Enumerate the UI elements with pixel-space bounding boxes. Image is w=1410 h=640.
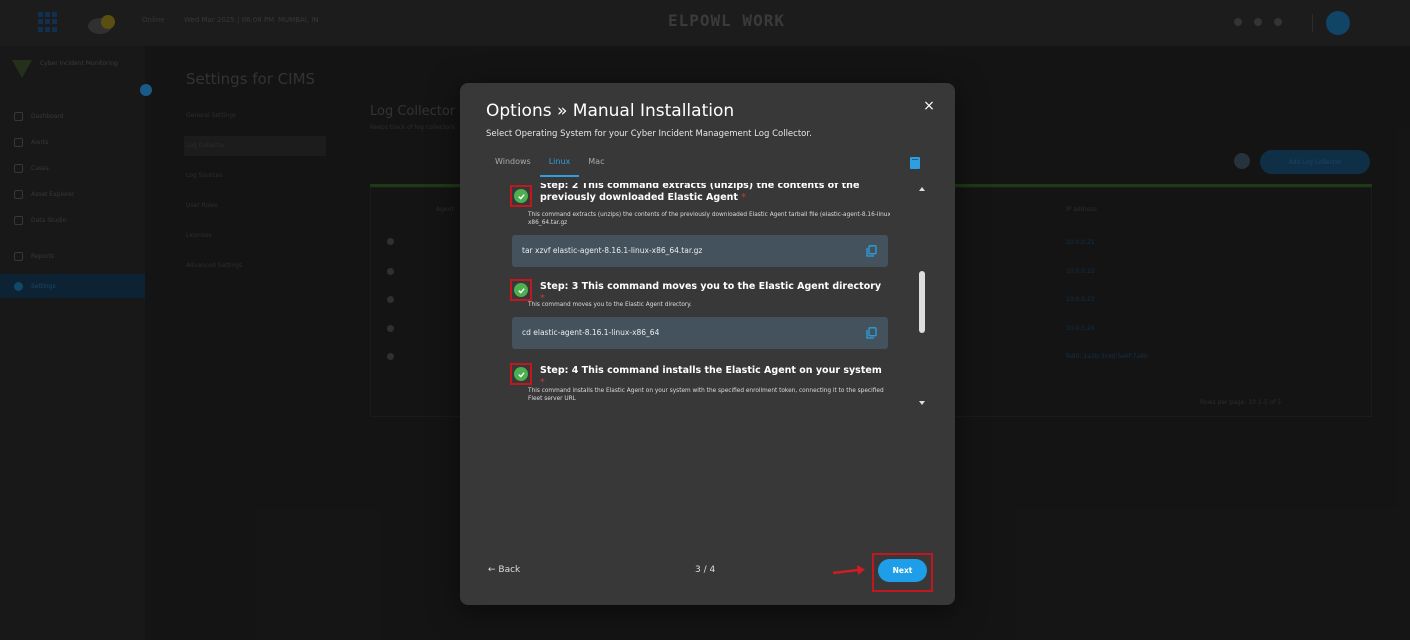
step-4-title: Step: 4 This command installs the Elasti… bbox=[540, 365, 885, 389]
arrow-right-icon bbox=[832, 565, 865, 575]
code-text: tar xzvf elastic-agent-8.16.1-linux-x86_… bbox=[522, 246, 703, 255]
back-button[interactable]: ← Back bbox=[488, 565, 520, 575]
check-circle-icon bbox=[514, 367, 528, 381]
step-title-text: Step: 2 This command extracts (unzips) t… bbox=[540, 183, 860, 203]
scroll-up-icon[interactable] bbox=[919, 187, 925, 191]
code-text: cd elastic-agent-8.16.1-linux-x86_64 bbox=[522, 328, 660, 337]
copy-icon[interactable] bbox=[866, 327, 877, 339]
tab-mac[interactable]: Mac bbox=[579, 155, 613, 177]
step-2-checkbox[interactable] bbox=[510, 185, 532, 207]
step-3-code-block: cd elastic-agent-8.16.1-linux-x86_64 bbox=[512, 317, 888, 349]
tab-linux[interactable]: Linux bbox=[539, 155, 580, 177]
step-2-title: Step: 2 This command extracts (unzips) t… bbox=[540, 183, 885, 204]
step-4-description: This command installs the Elastic Agent … bbox=[528, 388, 884, 402]
close-icon[interactable]: × bbox=[922, 99, 936, 113]
step-3-checkbox[interactable] bbox=[510, 279, 532, 301]
step-2-code-block: tar xzvf elastic-agent-8.16.1-linux-x86_… bbox=[512, 235, 888, 267]
step-title-text: Step: 4 This command installs the Elasti… bbox=[540, 365, 882, 376]
manual-installation-dialog: Options » Manual Installation Select Ope… bbox=[460, 83, 955, 605]
check-circle-icon bbox=[514, 189, 528, 203]
scroll-down-icon[interactable] bbox=[919, 401, 925, 405]
dialog-subtitle: Select Operating System for your Cyber I… bbox=[486, 129, 812, 139]
step-3-description: This command moves you to the Elastic Ag… bbox=[528, 302, 692, 308]
os-tabs: Windows Linux Mac bbox=[486, 155, 613, 177]
steps-scrollbar[interactable] bbox=[918, 187, 926, 409]
step-2-description: This command extracts (unzips) the conte… bbox=[528, 212, 890, 226]
documentation-icon[interactable] bbox=[910, 157, 920, 169]
next-button[interactable]: Next bbox=[878, 559, 927, 582]
steps-scroll-area[interactable]: Step: 2 This command extracts (unzips) t… bbox=[500, 183, 890, 408]
dialog-title: Options » Manual Installation bbox=[486, 101, 735, 121]
sidebar-collapse-button[interactable] bbox=[140, 84, 152, 96]
check-circle-icon bbox=[514, 283, 528, 297]
step-title-text: Step: 3 This command moves you to the El… bbox=[540, 281, 882, 292]
step-page-indicator: 3 / 4 bbox=[695, 565, 716, 575]
required-marker: * bbox=[741, 192, 746, 203]
copy-icon[interactable] bbox=[866, 245, 877, 257]
tab-windows[interactable]: Windows bbox=[486, 155, 540, 177]
scrollbar-thumb[interactable] bbox=[919, 271, 925, 333]
step-4-checkbox[interactable] bbox=[510, 363, 532, 385]
